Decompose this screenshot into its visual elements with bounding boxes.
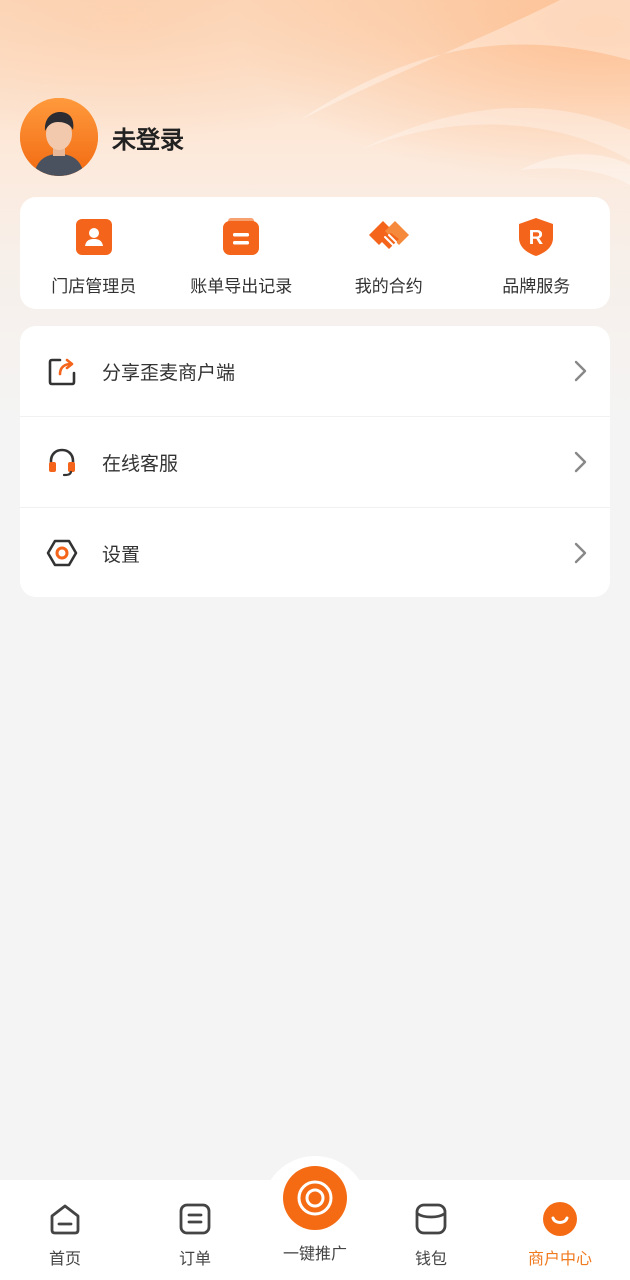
tab-label: 一键推广 [282, 1244, 347, 1263]
home-icon [50, 1204, 80, 1235]
quick-action-label: 账单导出记录 [190, 277, 293, 297]
tab-label: 首页 [48, 1249, 81, 1268]
chevron-right-icon [574, 360, 587, 382]
menu-item-share[interactable]: 分享歪麦商户端 [20, 326, 610, 416]
quick-action-label: 我的合约 [354, 277, 423, 297]
handshake-icon [368, 221, 409, 249]
quick-action-store-admin[interactable]: 门店管理员 [20, 197, 168, 309]
quick-action-contract[interactable]: 我的合约 [315, 197, 463, 309]
user-avatar-icon [20, 98, 98, 176]
quick-action-label: 品牌服务 [502, 277, 571, 297]
promote-target-icon [297, 1180, 333, 1216]
menu-card: 分享歪麦商户端 在线客服 设置 [20, 326, 610, 597]
menu-item-label: 设置 [102, 543, 141, 566]
merchant-smile-icon [543, 1202, 577, 1236]
tab-orders[interactable]: 订单 [145, 1180, 245, 1280]
tab-label: 订单 [178, 1249, 211, 1268]
tab-label: 钱包 [414, 1249, 447, 1268]
share-icon [48, 358, 76, 386]
quick-action-label: 门店管理员 [51, 277, 137, 297]
quick-action-brand-service[interactable]: R 品牌服务 [463, 197, 611, 309]
settings-hexagon-icon [46, 539, 78, 567]
tab-merchant-center[interactable]: 商户中心 [510, 1180, 610, 1280]
profile-section[interactable]: 未登录 [20, 98, 184, 176]
username-label: 未登录 [112, 125, 184, 154]
tab-promote[interactable]: 一键推广 [263, 1166, 367, 1276]
chevron-right-icon [574, 542, 587, 564]
quick-action-bill-export[interactable]: 账单导出记录 [168, 197, 316, 309]
avatar[interactable] [20, 98, 98, 176]
promote-button[interactable] [283, 1166, 347, 1230]
menu-item-label: 在线客服 [102, 452, 179, 475]
order-icon [179, 1203, 211, 1235]
quick-actions-card: 门店管理员 账单导出记录 我的合约 R 品牌服务 [20, 197, 610, 309]
store-admin-icon [75, 219, 112, 255]
menu-item-label: 分享歪麦商户端 [102, 361, 236, 384]
chevron-right-icon [574, 451, 587, 473]
menu-item-settings[interactable]: 设置 [20, 507, 610, 598]
bill-export-icon [223, 218, 260, 255]
brand-shield-icon: R [519, 218, 554, 256]
wallet-icon [415, 1203, 447, 1235]
menu-item-customer-service[interactable]: 在线客服 [20, 416, 610, 507]
tab-home[interactable]: 首页 [15, 1180, 115, 1280]
tab-label: 商户中心 [527, 1249, 592, 1268]
svg-text:R: R [529, 227, 544, 249]
tab-wallet[interactable]: 钱包 [381, 1180, 481, 1280]
headset-icon [49, 448, 75, 477]
